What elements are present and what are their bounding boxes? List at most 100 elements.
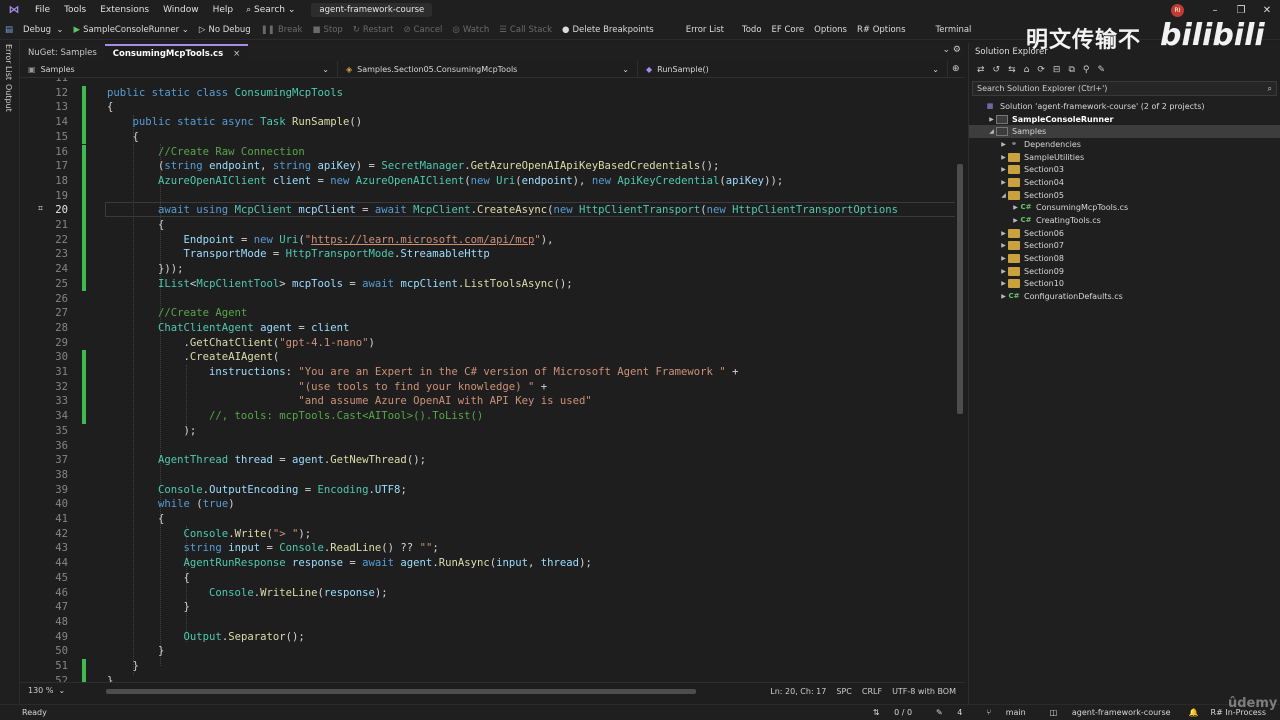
code-line[interactable]: 25 IList<McpClientTool> mcpTools = await… [20, 276, 965, 292]
ef-core-button[interactable]: EF Core [767, 20, 810, 40]
code-line[interactable]: 24 })); [20, 262, 965, 277]
code-line[interactable]: 15 { [20, 129, 965, 145]
code-line[interactable]: 22 Endpoint = new Uri("https://learn.mic… [20, 232, 965, 248]
repo-status[interactable]: ◫ agent-framework-course [1038, 708, 1183, 717]
restore-icon[interactable]: ❐ [1228, 5, 1254, 16]
no-debug-button[interactable]: ▷ No Debug [194, 20, 256, 40]
code-line[interactable]: 32 "(use tools to find your knowledge) "… [20, 379, 965, 395]
cursor-position[interactable]: Ln: 20, Ch: 17 [765, 687, 831, 696]
rsharp-options-button[interactable]: R# Options [852, 20, 911, 40]
code-line[interactable]: 13 { [20, 100, 965, 116]
history-icon[interactable]: ↺ [989, 65, 1005, 75]
code-line[interactable]: 39 Console.OutputEncoding = Encoding.UTF… [20, 483, 965, 498]
expand-arrow-icon[interactable]: ▶ [1011, 217, 1020, 224]
cancel-button[interactable]: ⊘ Cancel [398, 20, 447, 40]
break-button[interactable]: ❚❚ Break [256, 20, 308, 40]
sync-status[interactable]: ⇅ 0 / 0 [861, 708, 924, 717]
code-line[interactable]: 47 } [20, 600, 965, 615]
side-tab-output[interactable]: Output [4, 84, 13, 112]
code-line[interactable]: 45 { [20, 571, 965, 586]
error-list-button[interactable]: Error List [681, 20, 729, 40]
refresh-icon[interactable]: ⟳ [1033, 65, 1049, 75]
code-line[interactable]: 48 [20, 615, 965, 630]
properties-icon[interactable]: ✎ [1093, 65, 1109, 75]
code-line[interactable]: 23 TransportMode = HttpTransportMode.Str… [20, 247, 965, 263]
todo-button[interactable]: Todo [737, 20, 767, 40]
method-selector[interactable]: ◆ RunSample() ⌄ [638, 60, 948, 78]
file-encoding[interactable]: UTF-8 with BOM [887, 687, 961, 696]
expand-arrow-icon[interactable]: ◢ [987, 128, 996, 135]
code-line[interactable]: 40 while (true) [20, 497, 965, 512]
zoom-level[interactable]: 130 % ⌄ [20, 686, 73, 695]
expand-arrow-icon[interactable]: ▶ [999, 179, 1008, 186]
watch-button[interactable]: ◎ Watch [447, 20, 494, 40]
code-line[interactable]: 44 AgentRunResponse response = await age… [20, 556, 965, 571]
terminal-button[interactable]: Terminal [931, 20, 977, 40]
expand-arrow-icon[interactable]: ◢ [999, 192, 1008, 199]
code-line[interactable]: 11 [20, 78, 965, 86]
visual-studio-logo-icon[interactable]: ⋈ [6, 3, 22, 17]
start-button[interactable]: ▶ SampleConsoleRunner ⌄ [69, 20, 194, 40]
tree-node[interactable]: ▶ Section07 [969, 240, 1280, 253]
code-line[interactable]: 16 //Create Raw Connection [20, 144, 965, 160]
notifications-icon[interactable]: 🔔 [1183, 708, 1205, 717]
expand-arrow-icon[interactable]: ▶ [999, 141, 1008, 148]
code-editor[interactable]: ⌗ 11 12 public static class ConsumingMcpTo… [20, 78, 965, 682]
restart-button[interactable]: ↻ Restart [348, 20, 399, 40]
code-line[interactable]: 19 [20, 188, 965, 204]
code-line[interactable]: 14 public static async Task RunSample() [20, 115, 965, 130]
code-line[interactable]: 20 await using McpClient mcpClient = awa… [20, 203, 965, 218]
tree-node[interactable]: ▶ Section03 [969, 163, 1280, 176]
expand-arrow-icon[interactable]: ▶ [999, 268, 1008, 275]
solution-search-input[interactable]: Search Solution Explorer (Ctrl+') ⌕ [972, 81, 1277, 96]
close-icon[interactable]: ✕ [1254, 5, 1280, 16]
sync-icon[interactable]: ⇄ [973, 65, 989, 75]
delete-breakpoints-button[interactable]: ● Delete Breakpoints [557, 20, 659, 40]
code-line[interactable]: 30 .CreateAIAgent( [20, 350, 965, 365]
tab-overflow-icon[interactable]: ⌄ ⚙ [943, 45, 961, 55]
options-button[interactable]: Options [809, 20, 852, 40]
close-tab-icon[interactable]: × [233, 49, 240, 59]
vertical-scrollbar[interactable] [955, 78, 965, 682]
back-icon[interactable]: ⇆ [1004, 65, 1020, 75]
save-icon[interactable]: ▤ [0, 20, 18, 40]
expand-arrow-icon[interactable]: ▶ [999, 230, 1008, 237]
expand-arrow-icon[interactable]: ▶ [999, 154, 1008, 161]
project-selector[interactable]: ▣ Samples ⌄ [20, 60, 338, 78]
tree-node[interactable]: ▶ Section06 [969, 227, 1280, 240]
tab-nuget-samples[interactable]: NuGet: Samples [20, 44, 105, 61]
code-line[interactable]: 12 public static class ConsumingMcpTools [20, 85, 965, 101]
filter-icon[interactable]: ⚲ [1079, 65, 1094, 75]
collapse-icon[interactable]: ⊟ [1049, 65, 1065, 75]
class-selector[interactable]: ◈ Samples.Section05.ConsumingMcpTools ⌄ [338, 60, 638, 78]
tree-node[interactable]: ▶ Section10 [969, 278, 1280, 291]
expand-arrow-icon[interactable]: ▶ [999, 255, 1008, 262]
tree-node[interactable]: ▶ SampleConsoleRunner [969, 113, 1280, 126]
horizontal-scrollbar-thumb[interactable] [106, 689, 696, 694]
code-line[interactable]: 31 instructions: "You are an Expert in t… [20, 365, 965, 380]
show-all-icon[interactable]: ⧉ [1064, 65, 1078, 75]
expand-arrow-icon[interactable]: ▶ [999, 166, 1008, 173]
side-tab-error-list[interactable]: Error List [4, 44, 13, 80]
code-line[interactable]: 49 Output.Separator(); [20, 630, 965, 645]
menu-extensions[interactable]: Extensions [93, 0, 156, 20]
branch-status[interactable]: ⑂ main [974, 708, 1037, 717]
config-dropdown[interactable]: Debug ⌄ [18, 20, 68, 40]
stop-button[interactable]: ■ Stop [307, 20, 347, 40]
code-line[interactable]: 35 ); [20, 424, 965, 439]
code-line[interactable]: 28 ChatClientAgent agent = client [20, 321, 965, 336]
tree-node[interactable]: ▶ Section04 [969, 176, 1280, 189]
menu-window[interactable]: Window [156, 0, 206, 20]
avatar[interactable]: RI [1171, 3, 1184, 17]
expand-arrow-icon[interactable]: ▶ [1011, 204, 1020, 211]
code-line[interactable]: 29 .GetChatClient("gpt-4.1-nano") [20, 336, 965, 351]
tree-node[interactable]: ▶ Section09 [969, 265, 1280, 278]
code-line[interactable]: 36 [20, 439, 965, 454]
menu-tools[interactable]: Tools [57, 0, 93, 20]
split-editor-icon[interactable]: ⊕ [952, 64, 960, 74]
tree-node[interactable]: ▦ Solution 'agent-framework-course' (2 of… [969, 100, 1280, 113]
changes-status[interactable]: ✎ 4 [924, 708, 974, 717]
code-line[interactable]: 46 Console.WriteLine(response); [20, 586, 965, 601]
code-line[interactable]: 33 "and assume Azure OpenAI with API Key… [20, 394, 965, 410]
tab-consuming-mcp-tools[interactable]: ConsumingMcpTools.cs × [104, 44, 249, 61]
